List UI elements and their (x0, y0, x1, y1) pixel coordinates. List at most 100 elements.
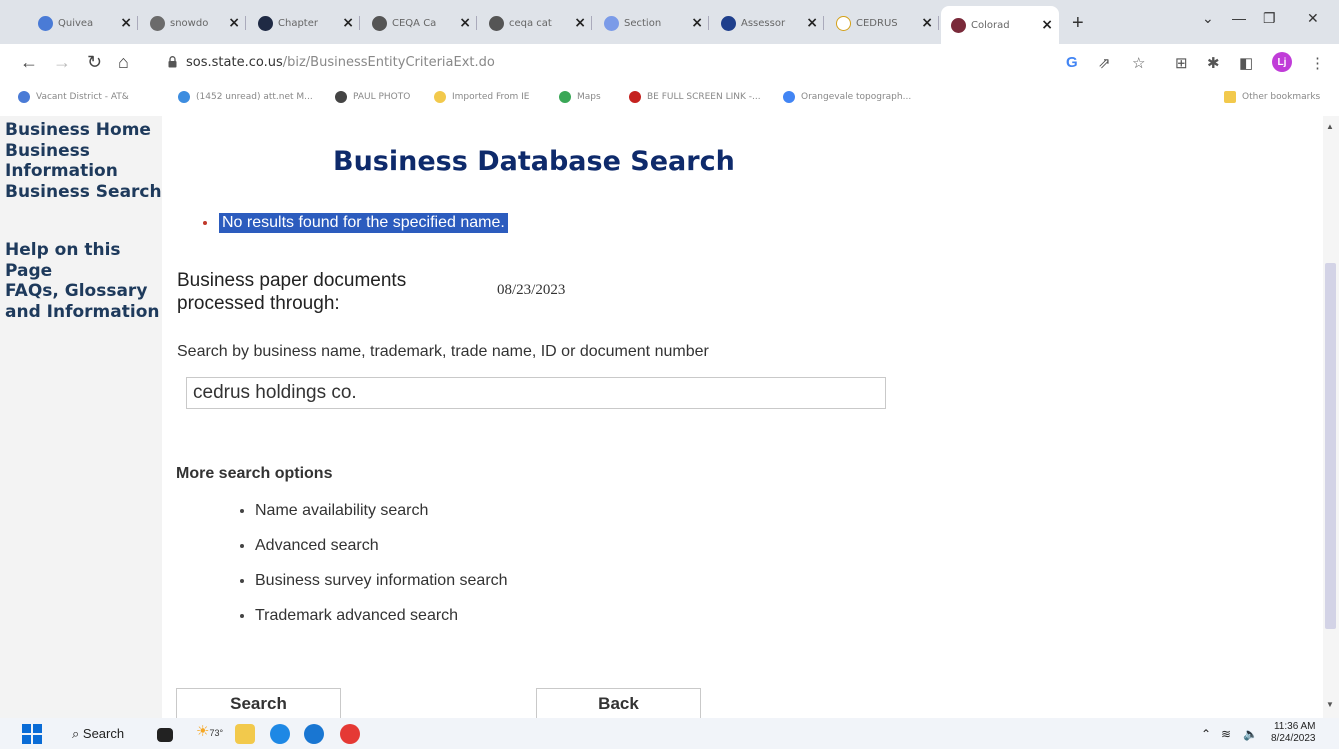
weather-widget[interactable]: ☀73° (196, 722, 223, 740)
app-icon[interactable] (304, 724, 324, 744)
bookmark-favicon-icon (178, 91, 190, 103)
share-icon[interactable]: ⇗ (1098, 54, 1111, 72)
tab-title: Assessor (741, 17, 786, 29)
home-icon[interactable]: ⌂ (118, 52, 129, 73)
browser-tab[interactable]: Chapter × (248, 8, 360, 38)
side-panel-icon[interactable]: ◧ (1239, 54, 1253, 72)
docs-processed-date: 08/23/2023 (497, 282, 566, 298)
bookmark-item[interactable]: (1452 unread) att.net M... (178, 91, 313, 103)
tab-close-icon[interactable]: × (574, 15, 586, 31)
bookmark-favicon-icon (18, 91, 30, 103)
translate-icon[interactable]: ⊞ (1175, 54, 1188, 72)
tab-close-icon[interactable]: × (806, 15, 818, 31)
tab-close-icon[interactable]: × (120, 15, 132, 31)
google-icon[interactable]: G (1066, 54, 1078, 71)
bookmarks-bar: Vacant District - AT& (1452 unread) att.n… (0, 82, 1339, 116)
weather-temp: 73° (209, 728, 224, 738)
bookmark-item[interactable]: BE FULL SCREEN LINK -... (629, 91, 761, 103)
browser-tab[interactable]: Section × (594, 8, 709, 38)
sidebar-link-business-home[interactable]: Business Home (5, 120, 162, 141)
forward-arrow-icon[interactable]: → (53, 52, 71, 73)
sidebar-link-faqs[interactable]: FAQs, Glossary and Information (5, 281, 162, 322)
reload-icon[interactable]: ↻ (87, 52, 102, 73)
bookmark-label: (1452 unread) att.net M... (196, 92, 313, 102)
browser-tab[interactable]: CEQA Ca × (362, 8, 477, 38)
tab-close-icon[interactable]: × (1041, 17, 1053, 33)
tab-title: ceqa cat (509, 17, 552, 29)
tray-chevron-icon[interactable]: ⌃ (1201, 727, 1211, 741)
tab-close-icon[interactable]: × (342, 15, 354, 31)
search-label: Search by business name, trademark, trad… (177, 343, 709, 360)
windows-start-icon[interactable] (22, 724, 42, 744)
taskbar-search-label: Search (82, 726, 125, 741)
url-host: sos.state.co.us (186, 55, 283, 70)
browser-tab[interactable]: Assessor × (711, 8, 824, 38)
bookmark-item[interactable]: Maps (559, 91, 601, 103)
tab-strip: Quivea × snowdo × Chapter × CEQA Ca × ceqa cat × S… (0, 0, 1339, 44)
tab-favicon-icon (604, 15, 619, 31)
bookmark-item[interactable]: Imported From IE (434, 91, 529, 103)
bookmark-item[interactable]: Vacant District - AT& (18, 91, 129, 103)
search-button[interactable]: Search (176, 688, 341, 718)
tab-close-icon[interactable]: × (691, 15, 703, 31)
back-arrow-icon[interactable]: ← (20, 52, 38, 73)
scroll-down-icon[interactable]: ▼ (1326, 700, 1334, 709)
more-options-list: Name availability search Advanced search B… (240, 493, 508, 633)
tab-favicon-icon (951, 17, 966, 33)
volume-icon[interactable]: 🔈 (1243, 727, 1258, 741)
tab-close-icon[interactable]: × (228, 15, 240, 31)
search-input[interactable] (186, 377, 886, 409)
more-option-label: Advanced search (255, 536, 379, 554)
tab-search-icon[interactable]: ⌄ (1202, 10, 1214, 27)
tab-favicon-icon (38, 15, 53, 31)
browser-tab[interactable]: Colorad × (941, 6, 1059, 44)
sidebar-link-help[interactable]: Help on this Page (5, 240, 162, 281)
list-bullet-icon (240, 578, 244, 583)
other-bookmarks[interactable]: Other bookmarks (1224, 91, 1320, 103)
address-bar[interactable]: sos.state.co.us/biz/BusinessEntityCriter… (186, 55, 495, 70)
more-option-label: Business survey information search (255, 571, 508, 589)
list-bullet-icon (240, 508, 244, 513)
menu-kebab-icon[interactable]: ⋮ (1310, 54, 1325, 72)
sidebar-link-business-information[interactable]: Business Information (5, 141, 162, 182)
file-explorer-icon[interactable] (235, 724, 255, 744)
scroll-up-icon[interactable]: ▲ (1326, 122, 1334, 131)
bookmark-favicon-icon (559, 91, 571, 103)
bookmark-label: Orangevale topograph... (801, 92, 912, 102)
edge-icon[interactable] (270, 724, 290, 744)
bookmark-item[interactable]: Orangevale topograph... (783, 91, 911, 103)
more-option-link[interactable]: Name availability search (240, 493, 508, 528)
restore-button[interactable]: ❐ (1263, 10, 1276, 27)
more-option-link[interactable]: Business survey information search (240, 563, 508, 598)
bookmark-star-icon[interactable]: ☆ (1132, 54, 1145, 72)
tab-title: Colorad (971, 19, 1010, 31)
profile-avatar[interactable]: Lj (1272, 52, 1292, 72)
browser-tab[interactable]: ceqa cat × (479, 8, 592, 38)
back-button[interactable]: Back (536, 688, 701, 718)
extensions-icon[interactable]: ✱ (1207, 54, 1220, 72)
bookmark-label: BE FULL SCREEN LINK -... (647, 92, 761, 102)
taskbar-search[interactable]: ⌕ Search (72, 726, 124, 742)
clock[interactable]: 11:36 AM 8/24/2023 (1271, 721, 1316, 745)
sidebar-link-business-search[interactable]: Business Search (5, 182, 162, 203)
tab-favicon-icon (489, 15, 504, 31)
taskbar: ⌕ Search ☀73° ⌃ ≋ 🔈 11:36 AM 8/24/2023 (0, 718, 1339, 749)
browser-tab[interactable]: Quivea × (28, 8, 138, 38)
scrollbar-thumb[interactable] (1325, 263, 1336, 629)
bookmark-item[interactable]: PAUL PHOTO (335, 91, 410, 103)
browser-tab[interactable]: snowdo × (140, 8, 246, 38)
wifi-icon[interactable]: ≋ (1221, 727, 1231, 741)
more-option-link[interactable]: Trademark advanced search (240, 598, 508, 633)
tab-close-icon[interactable]: × (459, 15, 471, 31)
tab-close-icon[interactable]: × (921, 15, 933, 31)
close-window-button[interactable]: ✕ (1307, 10, 1319, 27)
chrome-icon[interactable] (340, 724, 360, 744)
task-view-icon[interactable] (157, 728, 173, 742)
tab-title: Chapter (278, 17, 318, 29)
new-tab-button[interactable]: + (1072, 12, 1084, 35)
tab-favicon-icon (150, 15, 165, 31)
page-title: Business Database Search (333, 146, 735, 177)
minimize-button[interactable]: — (1232, 10, 1246, 26)
browser-tab[interactable]: CEDRUS × (826, 8, 939, 38)
more-option-link[interactable]: Advanced search (240, 528, 508, 563)
